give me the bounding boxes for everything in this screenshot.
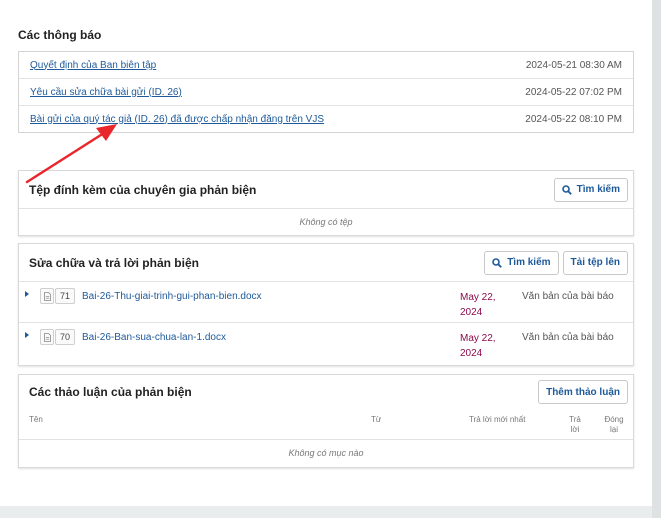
reviewer-files-header: Tệp đính kèm của chuyên gia phản biện Tì… <box>19 171 633 209</box>
file-type: Văn bản của bài báo <box>522 291 614 302</box>
column-closed: Đóng lại <box>601 415 627 435</box>
discussions-panel: Các thảo luận của phản biện Thêm thảo lu… <box>18 374 634 468</box>
file-type: Văn bản của bài báo <box>522 332 614 343</box>
discussions-empty: Không có mục nào <box>288 448 364 458</box>
file-date-month-day: May 22, <box>460 333 496 344</box>
column-from: Từ <box>371 415 382 424</box>
file-name-link[interactable]: Bai-26-Ban-sua-chua-lan-1.docx <box>82 332 226 343</box>
file-date-year: 2024 <box>460 348 483 359</box>
file-row: 71 Bai-26-Thu-giai-trinh-gui-phan-bien.d… <box>19 282 633 323</box>
column-closed-line2: lại <box>609 425 618 434</box>
column-name: Tên <box>29 415 43 424</box>
file-date: May 22, 2024 <box>460 331 510 361</box>
reviewer-files-title: Tệp đính kèm của chuyên gia phản biện <box>29 182 257 197</box>
add-discussion-button[interactable]: Thêm thảo luận <box>538 380 628 404</box>
scroll-track[interactable] <box>652 0 661 518</box>
column-replies: Trả lời <box>563 415 587 435</box>
column-replies-line1: Trả <box>569 415 581 424</box>
notification-link-decision[interactable]: Quyết định của Ban biên tập <box>30 60 156 71</box>
notification-link-revision-request[interactable]: Yêu cầu sửa chữa bài gửi (ID. 26) <box>30 87 182 98</box>
discussions-title: Các thảo luận của phản biện <box>29 385 192 399</box>
reviewer-files-search-button[interactable]: Tìm kiếm <box>553 177 628 202</box>
file-id: 71 <box>55 288 75 304</box>
file-date-year: 2024 <box>460 307 483 318</box>
notifications-heading: Các thông báo <box>18 28 102 42</box>
revisions-panel: Sửa chữa và trả lời phản biện Tìm kiếm T… <box>18 243 634 366</box>
reviewer-files-empty: Không có tệp <box>299 217 353 227</box>
search-icon <box>492 257 503 268</box>
notification-link-accepted[interactable]: Bài gửi của quý tác giả (ID. 26) đã được… <box>30 114 324 125</box>
search-label: Tìm kiếm <box>507 257 551 268</box>
reviewer-files-panel: Tệp đính kèm của chuyên gia phản biện Tì… <box>18 170 634 236</box>
notification-date: 2024-05-22 08:10 PM <box>525 113 622 125</box>
notifications-list: Quyết định của Ban biên tập 2024-05-21 0… <box>18 51 634 133</box>
notification-date: 2024-05-21 08:30 AM <box>525 59 622 71</box>
document-icon <box>40 288 54 304</box>
expand-arrow-icon[interactable] <box>25 291 29 297</box>
notification-date: 2024-05-22 07:02 PM <box>525 86 622 98</box>
document-icon <box>40 329 54 345</box>
discussions-table-header: Tên Từ Trả lời mới nhất Trả lời Đóng lại <box>19 409 633 440</box>
file-name-link[interactable]: Bai-26-Thu-giai-trinh-gui-phan-bien.docx <box>82 291 262 302</box>
search-icon <box>561 184 572 195</box>
file-date: May 22, 2024 <box>460 290 510 320</box>
notification-row: Quyết định của Ban biên tập 2024-05-21 0… <box>19 52 633 79</box>
column-last-reply: Trả lời mới nhất <box>469 415 526 424</box>
file-id: 70 <box>55 329 75 345</box>
notification-row: Bài gửi của quý tác giả (ID. 26) đã được… <box>19 106 633 132</box>
notification-row: Yêu cầu sửa chữa bài gửi (ID. 26) 2024-0… <box>19 79 633 106</box>
column-replies-line2: lời <box>570 425 580 434</box>
file-row: 70 Bai-26-Ban-sua-chua-lan-1.docx May 22… <box>19 323 633 364</box>
revisions-title: Sửa chữa và trả lời phản biện <box>29 255 199 270</box>
upload-file-button[interactable]: Tải tệp lên <box>562 250 628 275</box>
expand-arrow-icon[interactable] <box>25 332 29 338</box>
search-label: Tìm kiếm <box>576 184 620 195</box>
page-content: Các thông báo Quyết định của Ban biên tậ… <box>0 0 652 506</box>
discussions-header: Các thảo luận của phản biện Thêm thảo lu… <box>19 375 633 409</box>
revisions-header: Sửa chữa và trả lời phản biện Tìm kiếm T… <box>19 244 633 282</box>
column-closed-line1: Đóng <box>604 415 624 424</box>
revisions-search-button[interactable]: Tìm kiếm <box>484 250 559 275</box>
file-date-month-day: May 22, <box>460 292 496 303</box>
